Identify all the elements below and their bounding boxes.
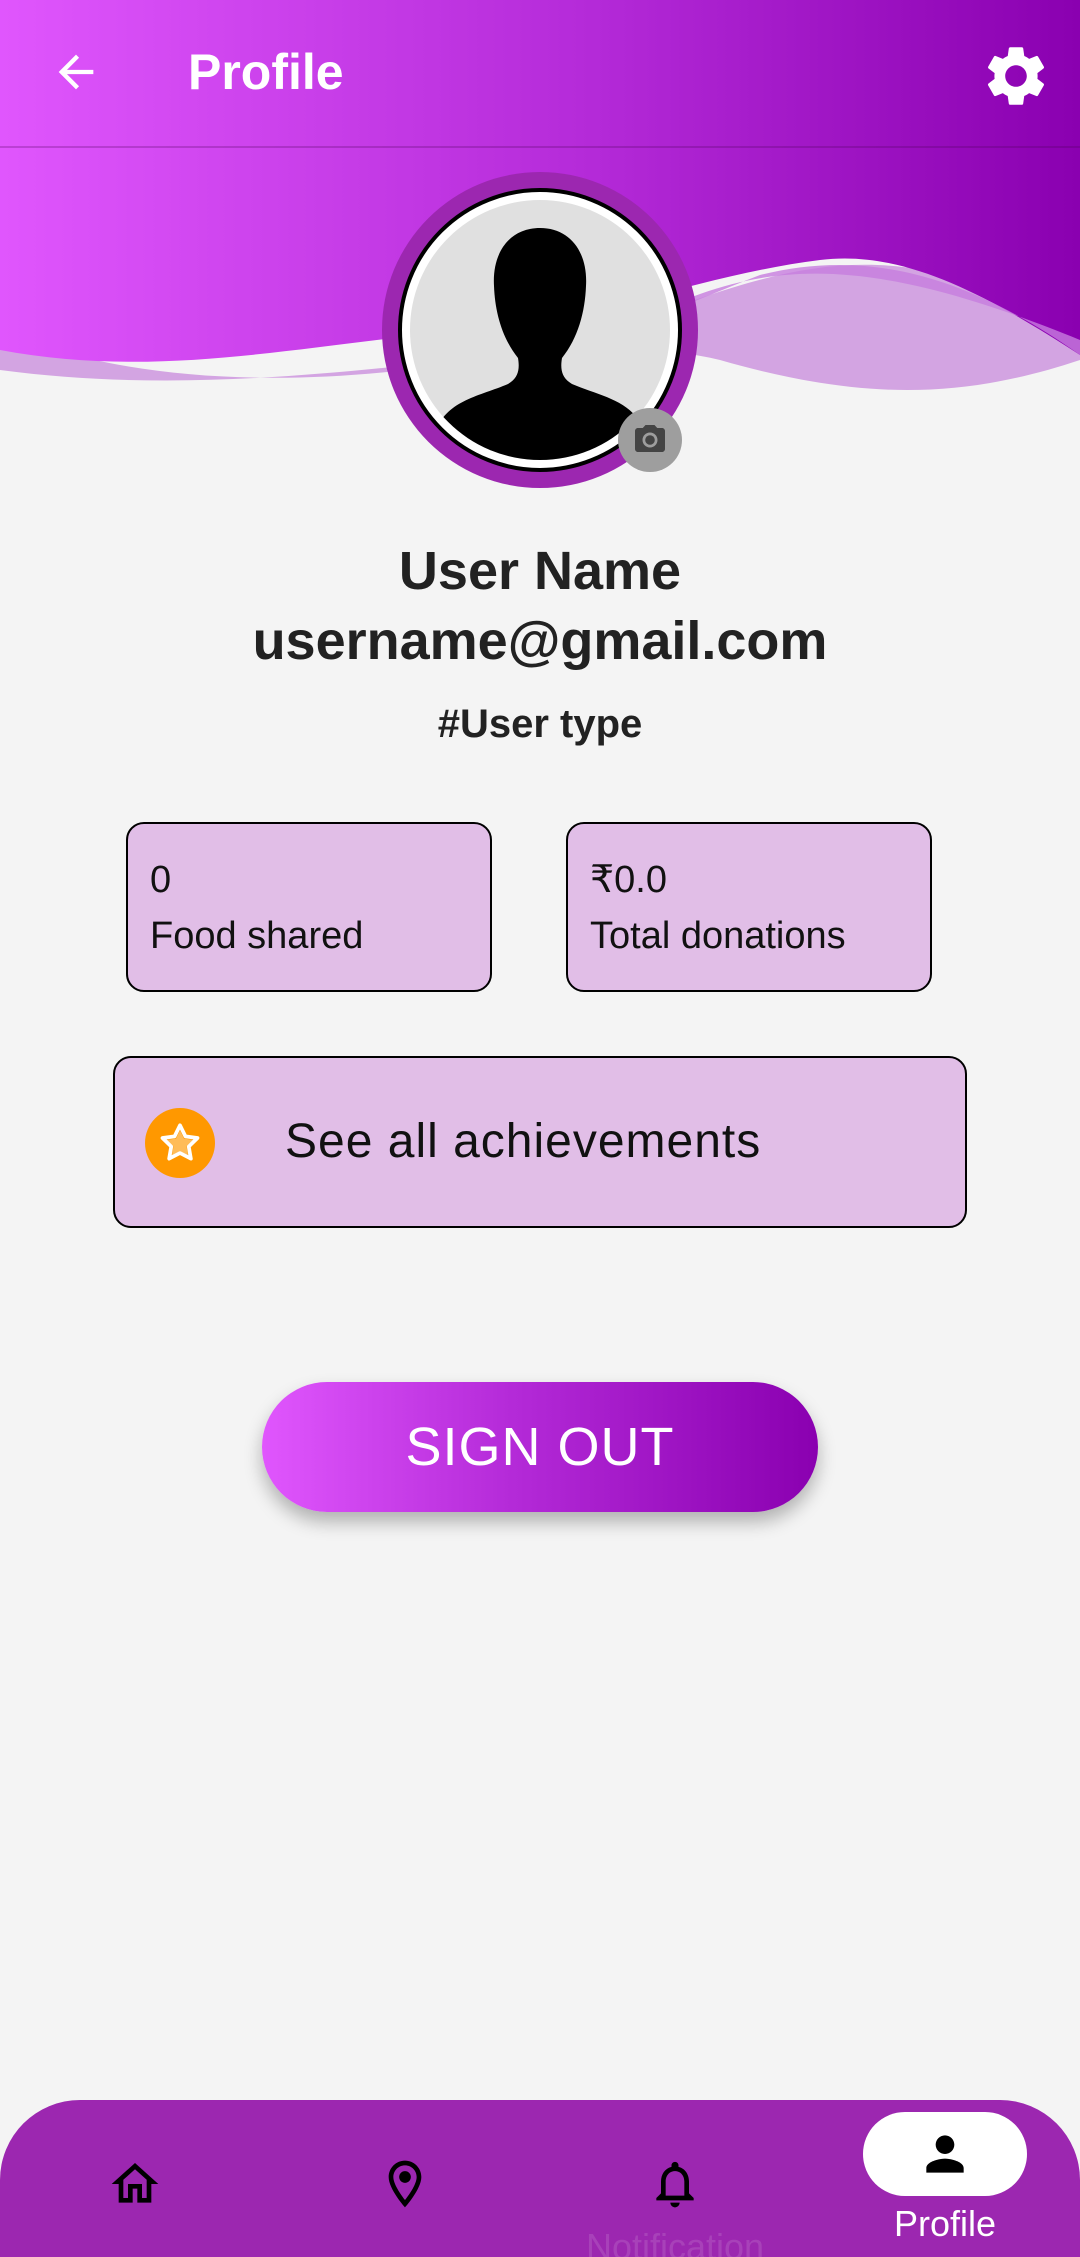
home-icon <box>111 2163 159 2203</box>
food-shared-label: Food shared <box>150 915 364 957</box>
app-bar: Profile <box>0 0 1080 148</box>
nav-label-profile: Profile <box>893 2203 997 2244</box>
arrow-back-icon <box>58 54 94 90</box>
nav-item-location[interactable] <box>335 2100 475 2257</box>
user-type: #User type <box>437 702 643 746</box>
change-photo-button[interactable] <box>618 408 682 472</box>
camera-icon <box>635 425 665 452</box>
bell-icon <box>656 2161 694 2208</box>
total-donations-card: ₹0.0 Total donations <box>566 822 932 992</box>
user-name: User Name <box>398 541 682 601</box>
settings-button[interactable] <box>976 36 1056 116</box>
user-email: username@gmail.com <box>252 611 828 671</box>
food-shared-value: 0 <box>150 859 172 901</box>
food-shared-card: 0 Food shared <box>126 822 492 992</box>
achievements-label: See all achievements <box>285 1115 762 1168</box>
location-pin-icon <box>388 2160 422 2208</box>
gear-icon <box>987 47 1045 105</box>
active-nav-indicator <box>863 2112 1027 2196</box>
star-icon <box>160 1123 200 1161</box>
total-donations-label: Total donations <box>590 915 846 957</box>
total-donations-value: ₹0.0 <box>590 859 668 901</box>
nav-label-notification: Notification <box>585 2226 765 2257</box>
achievement-badge <box>145 1108 215 1178</box>
person-icon <box>926 2135 964 2173</box>
page-title: Profile <box>188 44 344 100</box>
achievements-button[interactable]: See all achievements <box>113 1056 967 1228</box>
bottom-navigation: Profile <box>0 2100 1080 2257</box>
back-button[interactable] <box>40 36 112 108</box>
nav-item-home[interactable] <box>65 2100 205 2257</box>
sign-out-button[interactable]: SIGN OUT <box>262 1382 818 1512</box>
nav-item-profile[interactable]: Profile <box>850 2100 1040 2257</box>
